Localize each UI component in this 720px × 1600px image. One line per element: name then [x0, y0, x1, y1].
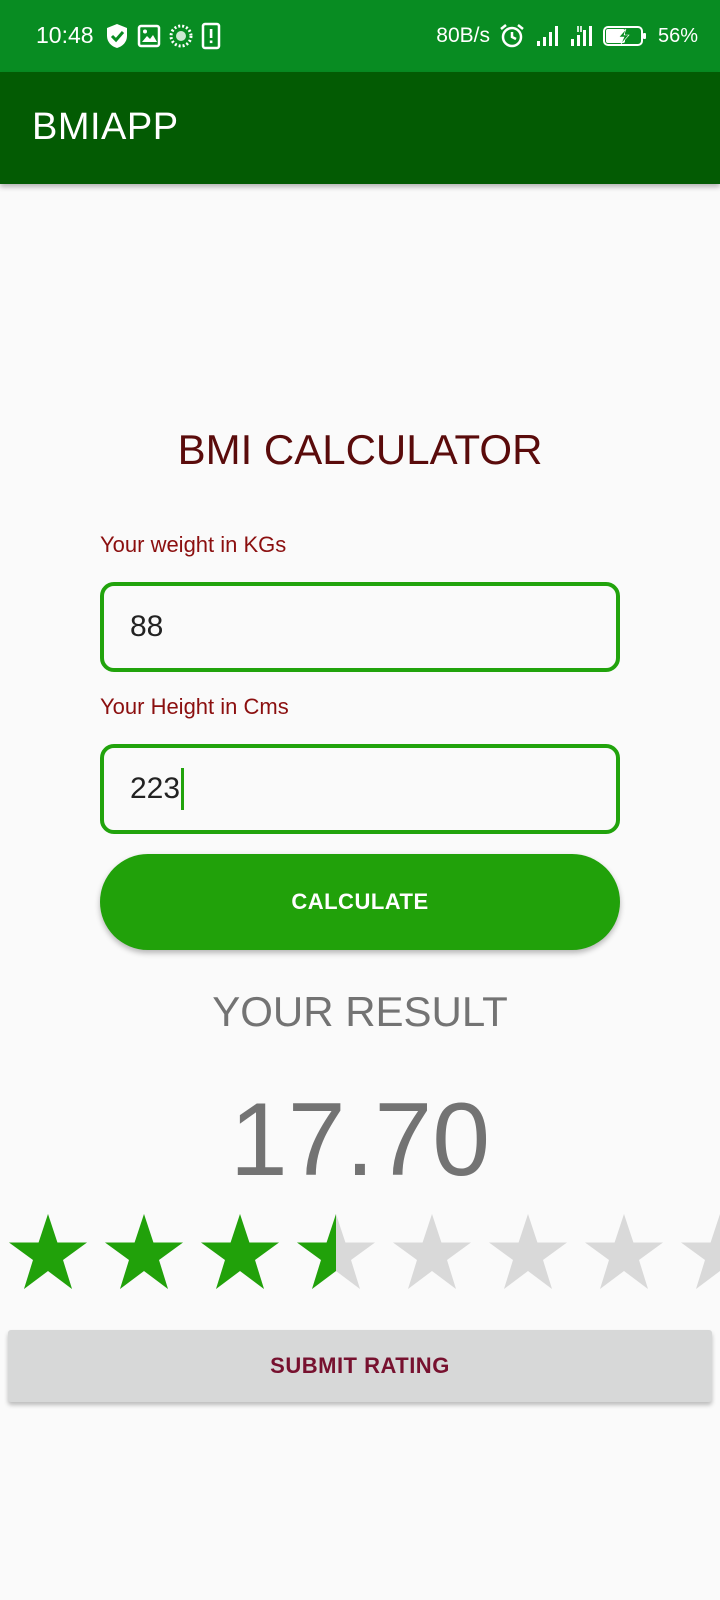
height-label: Your Height in Cms — [100, 694, 289, 719]
star-icon[interactable] — [198, 1212, 282, 1292]
calculator-heading: BMI CALCULATOR — [177, 426, 543, 473]
shield-check-icon — [107, 24, 127, 48]
calculate-button[interactable]: CALCULATE — [100, 854, 620, 950]
status-bar: 10:48 80B/s 56% — [0, 0, 720, 72]
bmi-result-value: 17.70 — [229, 1082, 491, 1198]
weight-label: Your weight in KGs — [100, 532, 287, 557]
star-icon[interactable] — [486, 1212, 570, 1292]
star-icon[interactable] — [582, 1212, 666, 1292]
height-input-value: 223 — [130, 772, 181, 805]
weight-input[interactable]: 88 — [100, 582, 620, 672]
signal-bars-icon — [536, 26, 558, 46]
star-icon[interactable] — [678, 1212, 720, 1292]
status-right-icons: 80B/s 56% — [436, 20, 698, 52]
image-icon — [137, 24, 161, 48]
result-heading: YOUR RESULT — [212, 988, 508, 1035]
battery-charging-icon — [602, 26, 646, 46]
height-input[interactable]: 223 — [100, 744, 620, 834]
submit-rating-button[interactable]: SUBMIT RATING — [8, 1330, 712, 1402]
star-icon[interactable] — [102, 1212, 186, 1292]
status-left-icons — [104, 20, 222, 52]
alarm-clock-icon — [500, 24, 524, 48]
app-bar: BMIAPP — [0, 72, 720, 184]
weight-input-value: 88 — [130, 610, 164, 643]
signal-bars-icon — [570, 26, 592, 46]
star-icon[interactable] — [294, 1212, 378, 1292]
text-cursor — [181, 768, 185, 810]
loading-circle-icon — [169, 24, 193, 48]
network-speed: 80B/s — [436, 24, 490, 47]
app-title: BMIAPP — [32, 106, 179, 148]
status-time: 10:48 — [36, 22, 94, 48]
star-icon[interactable] — [390, 1212, 474, 1292]
rating-bar[interactable] — [0, 1208, 720, 1304]
battery-percent: 56% — [657, 24, 698, 47]
star-icon[interactable] — [6, 1212, 90, 1292]
phone-alert-icon — [201, 22, 221, 50]
